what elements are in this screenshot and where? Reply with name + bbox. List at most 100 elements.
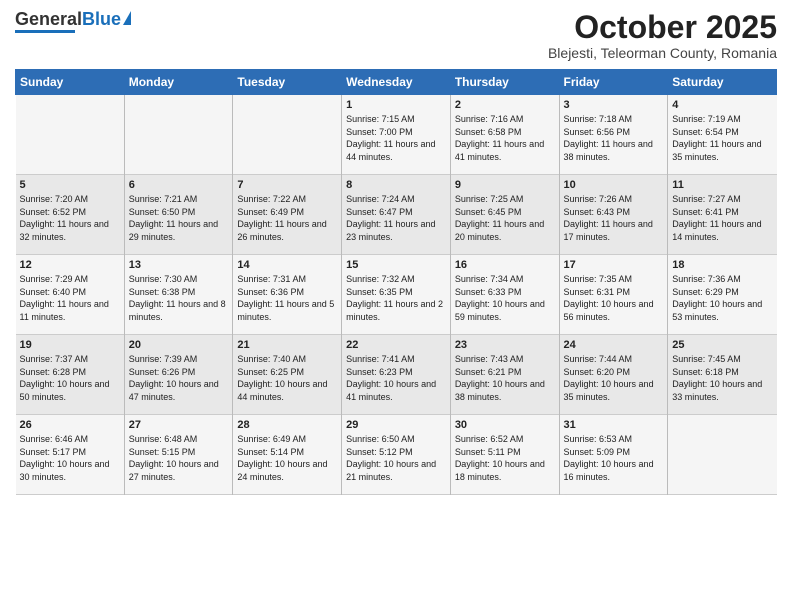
calendar-cell: 20Sunrise: 7:39 AM Sunset: 6:26 PM Dayli… <box>124 335 233 415</box>
logo-general: GeneralBlue <box>15 10 121 28</box>
day-info: Sunrise: 7:44 AM Sunset: 6:20 PM Dayligh… <box>564 353 664 403</box>
day-info: Sunrise: 7:35 AM Sunset: 6:31 PM Dayligh… <box>564 273 664 323</box>
day-info: Sunrise: 6:46 AM Sunset: 5:17 PM Dayligh… <box>20 433 120 483</box>
calendar-cell: 26 Sunrise: 6:46 AM Sunset: 5:17 PM Dayli… <box>16 415 125 495</box>
day-number: 8 <box>346 179 446 191</box>
calendar-cell: 25Sunrise: 7:45 AM Sunset: 6:18 PM Dayli… <box>668 335 777 415</box>
calendar-cell: 11 Sunrise: 7:27 AM Sunset: 6:41 PM Dayli… <box>668 175 777 255</box>
col-header-saturday: Saturday <box>668 70 777 95</box>
day-number: 2 <box>455 99 555 111</box>
calendar-cell: 23 Sunrise: 7:43 AM Sunset: 6:21 PM Dayli… <box>450 335 559 415</box>
day-number: 19 <box>20 339 120 351</box>
day-info: Sunrise: 7:43 AM Sunset: 6:21 PM Dayligh… <box>455 353 555 403</box>
day-number: 22 <box>346 339 446 351</box>
day-info: Sunrise: 7:24 AM Sunset: 6:47 PM Dayligh… <box>346 193 446 243</box>
day-number: 24 <box>564 339 664 351</box>
week-row-5: 26 Sunrise: 6:46 AM Sunset: 5:17 PM Dayli… <box>16 415 777 495</box>
main-title: October 2025 <box>548 10 777 45</box>
calendar-cell: 22 Sunrise: 7:41 AM Sunset: 6:23 PM Dayli… <box>342 335 451 415</box>
day-info: Sunrise: 7:18 AM Sunset: 6:56 PM Dayligh… <box>564 113 664 163</box>
day-number: 23 <box>455 339 555 351</box>
day-info: Sunrise: 7:16 AM Sunset: 6:58 PM Dayligh… <box>455 113 555 163</box>
day-info: Sunrise: 7:27 AM Sunset: 6:41 PM Dayligh… <box>672 193 772 243</box>
day-number: 5 <box>20 179 120 191</box>
week-row-2: 5 Sunrise: 7:20 AM Sunset: 6:52 PM Daylig… <box>16 175 777 255</box>
day-number: 14 <box>237 259 337 271</box>
calendar-cell: 2 Sunrise: 7:16 AM Sunset: 6:58 PM Daylig… <box>450 95 559 175</box>
day-info: Sunrise: 6:48 AM Sunset: 5:15 PM Dayligh… <box>129 433 229 483</box>
day-number: 17 <box>564 259 664 271</box>
week-row-1: 1Sunrise: 7:15 AM Sunset: 7:00 PM Daylig… <box>16 95 777 175</box>
day-number: 27 <box>129 419 229 431</box>
calendar-cell: 9Sunrise: 7:25 AM Sunset: 6:45 PM Daylig… <box>450 175 559 255</box>
day-info: Sunrise: 7:26 AM Sunset: 6:43 PM Dayligh… <box>564 193 664 243</box>
calendar-cell <box>233 95 342 175</box>
calendar-cell: 24 Sunrise: 7:44 AM Sunset: 6:20 PM Dayli… <box>559 335 668 415</box>
calendar-cell: 27 Sunrise: 6:48 AM Sunset: 5:15 PM Dayli… <box>124 415 233 495</box>
page: GeneralBlue October 2025 Blejesti, Teleo… <box>0 0 792 612</box>
col-header-sunday: Sunday <box>16 70 125 95</box>
day-number: 28 <box>237 419 337 431</box>
calendar-cell: 4Sunrise: 7:19 AM Sunset: 6:54 PM Daylig… <box>668 95 777 175</box>
day-number: 20 <box>129 339 229 351</box>
calendar-cell: 30Sunrise: 6:52 AM Sunset: 5:11 PM Dayli… <box>450 415 559 495</box>
day-info: Sunrise: 7:22 AM Sunset: 6:49 PM Dayligh… <box>237 193 337 243</box>
subtitle: Blejesti, Teleorman County, Romania <box>548 45 777 61</box>
col-header-monday: Monday <box>124 70 233 95</box>
calendar-cell: 15Sunrise: 7:32 AM Sunset: 6:35 PM Dayli… <box>342 255 451 335</box>
calendar-table: SundayMondayTuesdayWednesdayThursdayFrid… <box>15 69 777 495</box>
day-info: Sunrise: 7:41 AM Sunset: 6:23 PM Dayligh… <box>346 353 446 403</box>
col-header-tuesday: Tuesday <box>233 70 342 95</box>
day-info: Sunrise: 7:19 AM Sunset: 6:54 PM Dayligh… <box>672 113 772 163</box>
calendar-cell: 13Sunrise: 7:30 AM Sunset: 6:38 PM Dayli… <box>124 255 233 335</box>
calendar-cell <box>124 95 233 175</box>
calendar-cell: 8 Sunrise: 7:24 AM Sunset: 6:47 PM Daylig… <box>342 175 451 255</box>
week-row-4: 19 Sunrise: 7:37 AM Sunset: 6:28 PM Dayli… <box>16 335 777 415</box>
day-info: Sunrise: 7:36 AM Sunset: 6:29 PM Dayligh… <box>672 273 772 323</box>
day-number: 3 <box>564 99 664 111</box>
day-number: 11 <box>672 179 772 191</box>
day-number: 6 <box>129 179 229 191</box>
calendar-cell: 28Sunrise: 6:49 AM Sunset: 5:14 PM Dayli… <box>233 415 342 495</box>
calendar-cell <box>16 95 125 175</box>
calendar-cell: 31 Sunrise: 6:53 AM Sunset: 5:09 PM Dayli… <box>559 415 668 495</box>
day-info: Sunrise: 7:30 AM Sunset: 6:38 PM Dayligh… <box>129 273 229 323</box>
day-info: Sunrise: 6:52 AM Sunset: 5:11 PM Dayligh… <box>455 433 555 483</box>
calendar-cell: 1Sunrise: 7:15 AM Sunset: 7:00 PM Daylig… <box>342 95 451 175</box>
day-info: Sunrise: 6:53 AM Sunset: 5:09 PM Dayligh… <box>564 433 664 483</box>
logo-triangle-icon <box>123 11 131 25</box>
calendar-cell: 10 Sunrise: 7:26 AM Sunset: 6:43 PM Dayli… <box>559 175 668 255</box>
day-info: Sunrise: 6:50 AM Sunset: 5:12 PM Dayligh… <box>346 433 446 483</box>
col-header-thursday: Thursday <box>450 70 559 95</box>
col-header-wednesday: Wednesday <box>342 70 451 95</box>
day-info: Sunrise: 7:40 AM Sunset: 6:25 PM Dayligh… <box>237 353 337 403</box>
header: GeneralBlue October 2025 Blejesti, Teleo… <box>15 10 777 61</box>
day-info: Sunrise: 7:32 AM Sunset: 6:35 PM Dayligh… <box>346 273 446 323</box>
calendar-cell: 12 Sunrise: 7:29 AM Sunset: 6:40 PM Dayli… <box>16 255 125 335</box>
day-info: Sunrise: 7:25 AM Sunset: 6:45 PM Dayligh… <box>455 193 555 243</box>
day-number: 10 <box>564 179 664 191</box>
calendar-cell: 17 Sunrise: 7:35 AM Sunset: 6:31 PM Dayli… <box>559 255 668 335</box>
day-number: 12 <box>20 259 120 271</box>
logo-line <box>15 30 75 33</box>
day-number: 1 <box>346 99 446 111</box>
calendar-cell: 21 Sunrise: 7:40 AM Sunset: 6:25 PM Dayli… <box>233 335 342 415</box>
calendar-cell: 3 Sunrise: 7:18 AM Sunset: 6:56 PM Daylig… <box>559 95 668 175</box>
day-number: 31 <box>564 419 664 431</box>
day-info: Sunrise: 7:21 AM Sunset: 6:50 PM Dayligh… <box>129 193 229 243</box>
col-header-friday: Friday <box>559 70 668 95</box>
day-number: 7 <box>237 179 337 191</box>
day-info: Sunrise: 7:31 AM Sunset: 6:36 PM Dayligh… <box>237 273 337 323</box>
day-number: 16 <box>455 259 555 271</box>
day-number: 21 <box>237 339 337 351</box>
day-info: Sunrise: 7:29 AM Sunset: 6:40 PM Dayligh… <box>20 273 120 323</box>
day-number: 26 <box>20 419 120 431</box>
calendar-cell: 5 Sunrise: 7:20 AM Sunset: 6:52 PM Daylig… <box>16 175 125 255</box>
day-info: Sunrise: 7:20 AM Sunset: 6:52 PM Dayligh… <box>20 193 120 243</box>
day-number: 18 <box>672 259 772 271</box>
calendar-cell: 14 Sunrise: 7:31 AM Sunset: 6:36 PM Dayli… <box>233 255 342 335</box>
day-info: Sunrise: 7:37 AM Sunset: 6:28 PM Dayligh… <box>20 353 120 403</box>
day-info: Sunrise: 7:34 AM Sunset: 6:33 PM Dayligh… <box>455 273 555 323</box>
header-row: SundayMondayTuesdayWednesdayThursdayFrid… <box>16 70 777 95</box>
calendar-cell: 6 Sunrise: 7:21 AM Sunset: 6:50 PM Daylig… <box>124 175 233 255</box>
